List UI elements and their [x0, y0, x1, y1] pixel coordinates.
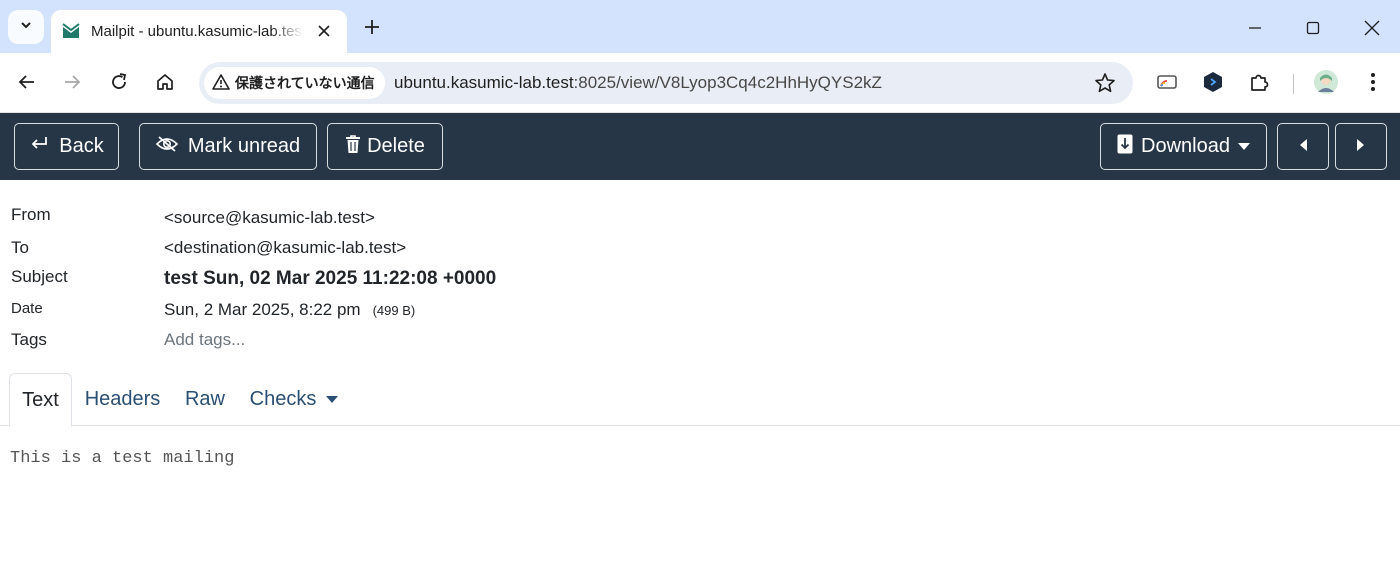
back-button[interactable]: Back — [14, 123, 119, 170]
tags-input[interactable]: Add tags... — [164, 330, 245, 350]
message-tabs: Text Headers Raw Checks — [0, 373, 1400, 427]
browser-tab-active[interactable]: Mailpit - ubuntu.kasumic-lab.test — [51, 10, 347, 53]
security-chip[interactable]: 保護されていない通信 — [204, 67, 385, 99]
mark-unread-label: Mark unread — [187, 135, 301, 157]
window-close-icon[interactable] — [1349, 10, 1395, 46]
date-value: Sun, 2 Mar 2025, 8:22 pm — [164, 300, 361, 319]
message-size: (499 B) — [372, 303, 416, 318]
next-message-button[interactable] — [1335, 123, 1387, 170]
from-label: From — [11, 205, 51, 224]
caret-left-icon — [1298, 135, 1308, 158]
bookmark-star-icon[interactable] — [1093, 71, 1117, 95]
home-icon[interactable] — [148, 65, 182, 99]
back-button-label: Back — [59, 135, 104, 157]
tab-text[interactable]: Text — [9, 373, 72, 427]
tab-title: Mailpit - ubuntu.kasumic-lab.test — [91, 23, 303, 40]
subject-label: Subject — [11, 267, 68, 286]
message-body-text: This is a test mailing — [10, 449, 235, 468]
delete-button[interactable]: Delete — [327, 123, 443, 170]
minimize-icon[interactable] — [1232, 10, 1278, 46]
delete-label: Delete — [367, 135, 425, 157]
new-tab-plus-icon[interactable] — [358, 13, 386, 41]
download-file-icon — [1117, 134, 1133, 160]
tags-label: Tags — [11, 330, 47, 349]
caret-right-icon — [1356, 135, 1366, 158]
address-bar[interactable]: 保護されていない通信 ubuntu.kasumic-lab.test:8025/… — [199, 62, 1133, 104]
cast-extension-icon[interactable] — [1153, 68, 1181, 96]
tab-headers[interactable]: Headers — [76, 373, 169, 426]
to-label: To — [11, 238, 29, 257]
mark-unread-button[interactable]: Mark unread — [139, 123, 317, 170]
url-path: :8025/view/V8Lyop3Cq4c2HhHyQYS2kZ — [573, 73, 882, 92]
download-label: Download — [1141, 135, 1230, 157]
security-label: 保護されていない通信 — [235, 75, 375, 91]
eye-slash-icon — [155, 135, 178, 159]
tab-raw[interactable]: Raw — [176, 373, 234, 426]
profile-avatar[interactable] — [1312, 68, 1340, 96]
caret-down-icon — [326, 396, 339, 403]
reload-icon[interactable] — [102, 65, 136, 99]
date-label: Date — [11, 300, 43, 317]
message-toolbar: Back Mark unread Delete Download — [0, 113, 1400, 180]
toolbar-separator — [1293, 74, 1294, 94]
download-dropdown-button[interactable]: Download — [1100, 123, 1267, 170]
puzzle-extensions-icon[interactable] — [1245, 68, 1273, 96]
hexagon-extension-icon[interactable] — [1199, 68, 1227, 96]
tab-search-button[interactable] — [8, 10, 44, 44]
to-value: <destination@kasumic-lab.test> — [164, 238, 407, 257]
tab-checks-label: Checks — [249, 388, 317, 410]
trash-icon — [345, 134, 361, 160]
mailpit-favicon-icon — [61, 22, 81, 42]
from-value: <source@kasumic-lab.test> — [164, 208, 375, 227]
browser-back-icon[interactable] — [10, 65, 44, 99]
url-host: ubuntu.kasumic-lab.test — [394, 73, 574, 92]
date-row: Sun, 2 Mar 2025, 8:22 pm (499 B) — [164, 300, 415, 320]
warning-triangle-icon — [212, 73, 230, 93]
browser-forward-icon[interactable] — [55, 65, 89, 99]
tab-checks[interactable]: Checks — [242, 373, 346, 426]
browser-toolbar: 保護されていない通信 ubuntu.kasumic-lab.test:8025/… — [0, 53, 1400, 113]
return-arrow-icon — [29, 135, 49, 159]
browser-menu-icon[interactable] — [1359, 68, 1387, 96]
previous-message-button[interactable] — [1277, 123, 1329, 170]
browser-tabstrip: Mailpit - ubuntu.kasumic-lab.test — [0, 0, 1400, 53]
subject-value: test Sun, 02 Mar 2025 11:22:08 +0000 — [164, 268, 497, 289]
caret-down-icon — [1237, 143, 1250, 150]
tab-close-icon[interactable] — [313, 20, 335, 42]
chevron-down-icon — [19, 18, 33, 37]
url-text[interactable]: ubuntu.kasumic-lab.test:8025/view/V8Lyop… — [394, 73, 882, 93]
maximize-icon[interactable] — [1290, 10, 1336, 46]
